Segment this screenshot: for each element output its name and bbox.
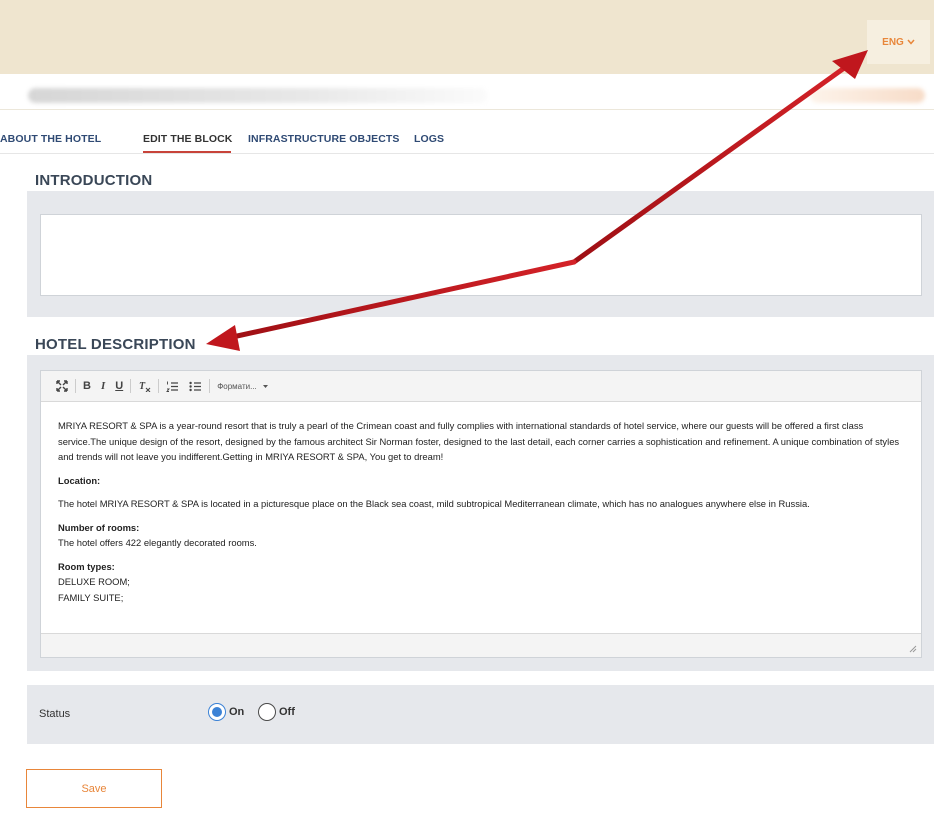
location-heading: Location:: [58, 474, 101, 486]
status-label: Status: [39, 708, 71, 720]
chevron-down-icon: [262, 384, 268, 388]
fullscreen-button[interactable]: [51, 371, 73, 402]
ordered-list-icon: [166, 381, 179, 392]
toolbar-divider: [209, 379, 211, 393]
language-selector[interactable]: ENG: [867, 20, 930, 64]
status-on-label: On: [229, 706, 245, 718]
room-type-item: DELUXE ROOM;: [58, 576, 130, 587]
status-off-radio[interactable]: Off: [258, 703, 295, 721]
status-on-radio[interactable]: On: [208, 703, 244, 721]
rooms-text: The hotel offers 422 elegantly decorated…: [58, 537, 257, 548]
save-button[interactable]: Save: [26, 769, 162, 808]
top-header: [0, 0, 934, 74]
editor-content[interactable]: MRIYA RESORT & SPA is a year-round resor…: [41, 403, 921, 633]
tab-edit-the-block[interactable]: EDIT THE BLOCK: [143, 133, 232, 145]
description-paragraph: MRIYA RESORT & SPA is a year-round resor…: [58, 420, 900, 462]
bold-button[interactable]: B: [78, 371, 96, 402]
tab-logs[interactable]: LOGS: [414, 133, 444, 145]
clear-format-button[interactable]: T: [133, 371, 156, 402]
radio-selected-icon: [208, 703, 226, 721]
bullet-list-icon: [189, 381, 202, 391]
fullscreen-icon: [56, 380, 68, 392]
blurred-hotel-name: [810, 88, 925, 103]
italic-button[interactable]: I: [96, 371, 110, 402]
room-type-item: FAMILY SUITE;: [58, 591, 124, 603]
room-types-heading: Room types:: [58, 560, 115, 572]
format-dropdown-label: Формати...: [217, 381, 257, 391]
radio-unselected-icon: [258, 703, 276, 721]
toolbar-divider: [158, 379, 160, 393]
svg-text:T: T: [139, 381, 146, 392]
active-tab-indicator: [143, 151, 231, 153]
resize-handle-icon[interactable]: [909, 645, 917, 653]
introduction-title: INTRODUCTION: [35, 172, 153, 189]
toolbar-divider: [130, 379, 132, 393]
chevron-down-icon: [907, 39, 915, 45]
editor-toolbar: B I U T Формати...: [41, 371, 921, 402]
bullet-list-button[interactable]: [184, 371, 207, 402]
clear-format-icon: T: [139, 381, 151, 392]
status-panel: [27, 685, 934, 744]
tab-infrastructure-objects[interactable]: INFRASTRUCTURE OBJECTS: [248, 133, 400, 145]
hotel-description-title: HOTEL DESCRIPTION: [35, 336, 196, 353]
underline-button[interactable]: U: [110, 371, 128, 402]
tab-about-the-hotel[interactable]: ABOUT THE HOTEL: [0, 133, 101, 145]
format-dropdown[interactable]: Формати...: [212, 382, 268, 391]
toolbar-divider: [75, 379, 76, 393]
editor-statusbar: [41, 633, 921, 657]
status-off-label: Off: [279, 706, 295, 718]
tab-bar: ABOUT THE HOTEL EDIT THE BLOCK INFRASTRU…: [0, 126, 934, 154]
ordered-list-button[interactable]: [161, 371, 184, 402]
blurred-breadcrumb: [28, 88, 488, 103]
location-paragraph: The hotel MRIYA RESORT & SPA is located …: [58, 498, 810, 509]
rooms-heading: Number of rooms:: [58, 521, 140, 533]
rich-text-editor: B I U T Формати... MRIYA RESORT & SPA is…: [40, 370, 922, 658]
language-label: ENG: [882, 36, 904, 48]
introduction-textarea[interactable]: [40, 214, 922, 296]
